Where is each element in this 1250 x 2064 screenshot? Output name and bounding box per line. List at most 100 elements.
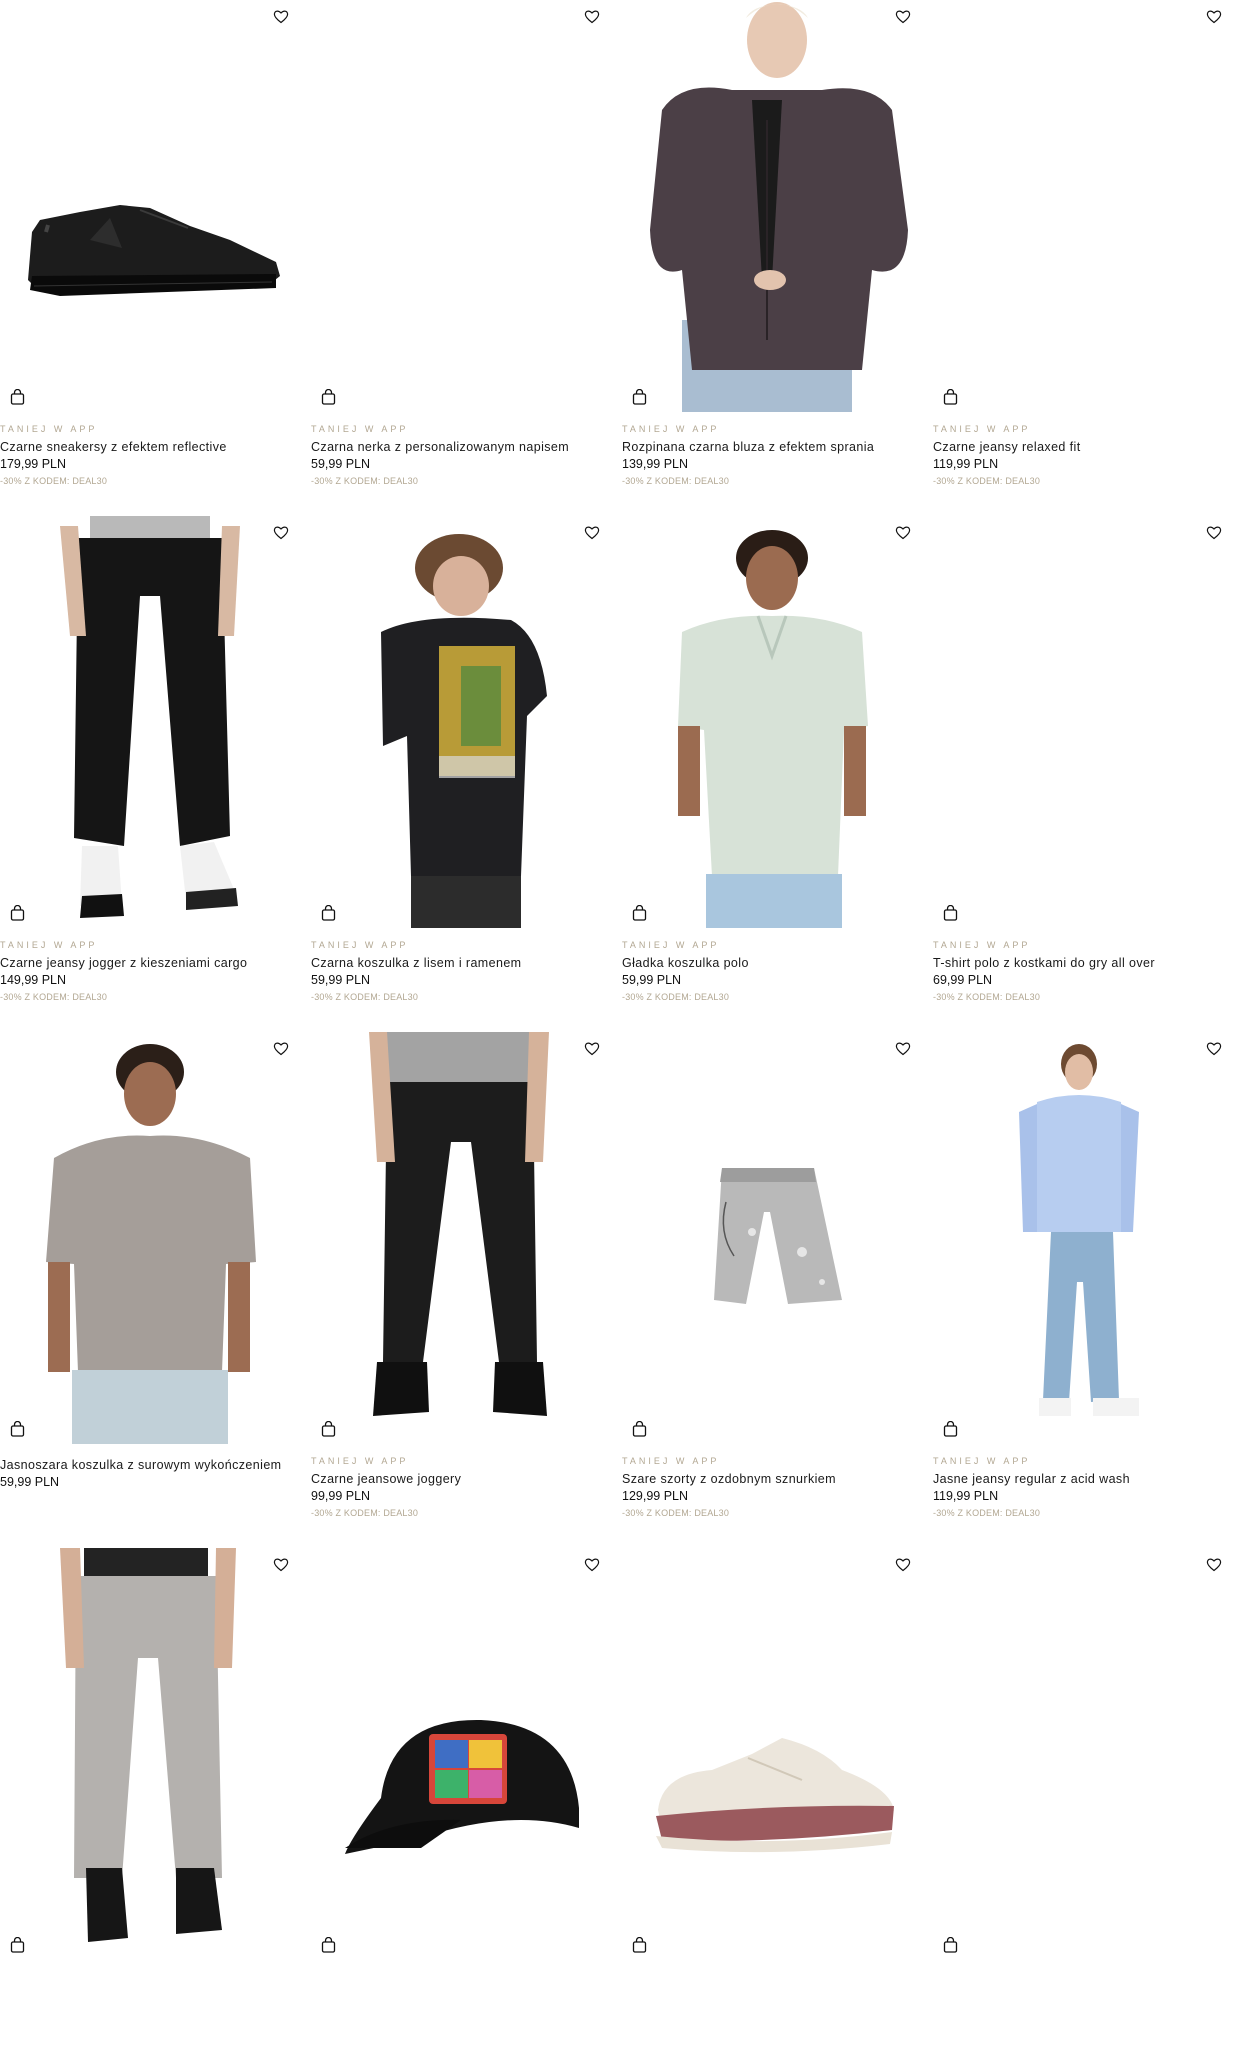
product-card[interactable] bbox=[622, 1548, 917, 2064]
product-image-acid-wash-jeans[interactable] bbox=[933, 1032, 1228, 1444]
product-image-dice-polo[interactable] bbox=[933, 516, 1228, 928]
add-to-cart-bag-icon[interactable] bbox=[8, 388, 26, 406]
product-name[interactable]: T-shirt polo z kostkami do gry all over bbox=[933, 956, 1228, 970]
wishlist-heart-icon[interactable] bbox=[893, 1038, 913, 1058]
product-image-fox-tshirt[interactable] bbox=[311, 516, 606, 928]
product-image-grey-tshirt[interactable] bbox=[0, 1032, 295, 1444]
product-image-knit-sneakers[interactable] bbox=[622, 1548, 917, 1960]
add-to-cart-bag-icon[interactable] bbox=[319, 1420, 337, 1438]
wishlist-heart-icon[interactable] bbox=[893, 1554, 913, 1574]
product-image-hoodie[interactable] bbox=[622, 0, 917, 412]
wishlist-heart-icon[interactable] bbox=[271, 6, 291, 26]
wishlist-heart-icon[interactable] bbox=[582, 6, 602, 26]
product-price: 129,99 PLN bbox=[622, 1489, 689, 1503]
wishlist-heart-icon[interactable] bbox=[893, 6, 913, 26]
add-to-cart-bag-icon[interactable] bbox=[630, 1420, 648, 1438]
product-info: TANIEJ W APP Czarna koszulka z lisem i r… bbox=[311, 928, 606, 1002]
product-image-cap[interactable] bbox=[311, 1548, 606, 1960]
wishlist-heart-icon[interactable] bbox=[1204, 1554, 1224, 1574]
add-to-cart-bag-icon[interactable] bbox=[8, 904, 26, 922]
app-discount-tag: TANIEJ W APP bbox=[0, 940, 98, 950]
product-price: 119,99 PLN bbox=[933, 1489, 999, 1503]
add-to-cart-bag-icon[interactable] bbox=[941, 388, 959, 406]
product-card[interactable]: TANIEJ W APP Czarne jeansy jogger z kies… bbox=[0, 516, 295, 1032]
add-to-cart-bag-icon[interactable] bbox=[941, 904, 959, 922]
product-price: 59,99 PLN bbox=[0, 1475, 60, 1489]
wishlist-heart-icon[interactable] bbox=[1204, 6, 1224, 26]
product-info: TANIEJ W APP Jasne jeansy regular z acid… bbox=[933, 1444, 1228, 1518]
product-name[interactable]: Jasne jeansy regular z acid wash bbox=[933, 1472, 1228, 1486]
product-card[interactable]: TANIEJ W APP Czarna koszulka z lisem i r… bbox=[311, 516, 606, 1032]
add-to-cart-bag-icon[interactable] bbox=[630, 1936, 648, 1954]
product-card[interactable]: TANIEJ W APP Czarna nerka z personalizow… bbox=[311, 0, 606, 516]
product-card[interactable]: TANIEJ W APP Gładka koszulka polo 59,99 … bbox=[622, 516, 917, 1032]
product-name[interactable]: Czarne jeansowe joggery bbox=[311, 1472, 606, 1486]
product-name[interactable]: Jasnoszara koszulka z surowym wykończeni… bbox=[0, 1458, 295, 1472]
product-name[interactable]: Czarne sneakersy z efektem reflective bbox=[0, 440, 295, 454]
product-image-polo[interactable] bbox=[622, 516, 917, 928]
product-name[interactable]: Czarna koszulka z lisem i ramenem bbox=[311, 956, 606, 970]
product-card[interactable]: TANIEJ W APP Szare szorty z ozdobnym szn… bbox=[622, 1032, 917, 1548]
product-info bbox=[933, 1960, 1228, 1986]
promo-code: -30% Z KODEM: DEAL30 bbox=[0, 476, 108, 486]
wishlist-heart-icon[interactable] bbox=[582, 1554, 602, 1574]
product-name[interactable]: Rozpinana czarna bluza z efektem sprania bbox=[622, 440, 917, 454]
wishlist-heart-icon[interactable] bbox=[1204, 522, 1224, 542]
product-card[interactable]: TANIEJ W APP Jasne jeansy regular z acid… bbox=[933, 1032, 1228, 1548]
wishlist-heart-icon[interactable] bbox=[582, 522, 602, 542]
app-discount-tag: TANIEJ W APP bbox=[622, 424, 720, 434]
add-to-cart-bag-icon[interactable] bbox=[941, 1936, 959, 1954]
wishlist-heart-icon[interactable] bbox=[271, 1038, 291, 1058]
wishlist-heart-icon[interactable] bbox=[1204, 1038, 1224, 1058]
product-card[interactable] bbox=[311, 1548, 606, 2064]
product-card[interactable]: TANIEJ W APP Czarne jeansy relaxed fit 1… bbox=[933, 0, 1228, 516]
wishlist-heart-icon[interactable] bbox=[582, 1038, 602, 1058]
app-discount-tag: TANIEJ W APP bbox=[622, 1456, 720, 1466]
product-card[interactable]: TANIEJ W APP Czarne jeansowe joggery 99,… bbox=[311, 1032, 606, 1548]
wishlist-heart-icon[interactable] bbox=[271, 1554, 291, 1574]
product-card[interactable]: TANIEJ W APP Rozpinana czarna bluza z ef… bbox=[622, 0, 917, 516]
add-to-cart-bag-icon[interactable] bbox=[319, 388, 337, 406]
wishlist-heart-icon[interactable] bbox=[893, 522, 913, 542]
add-to-cart-bag-icon[interactable] bbox=[319, 904, 337, 922]
promo-code: -30% Z KODEM: DEAL30 bbox=[622, 992, 730, 1002]
add-to-cart-bag-icon[interactable] bbox=[8, 1420, 26, 1438]
product-image-grey-joggers[interactable] bbox=[0, 1548, 295, 1960]
product-info bbox=[0, 1960, 295, 1986]
product-name[interactable]: Czarne jeansy jogger z kieszeniami cargo bbox=[0, 956, 295, 970]
product-info: TANIEJ W APP Szare szorty z ozdobnym szn… bbox=[622, 1444, 917, 1518]
product-card[interactable]: Jasnoszara koszulka z surowym wykończeni… bbox=[0, 1032, 295, 1548]
product-image-sneakers[interactable] bbox=[0, 0, 295, 412]
promo-code: -30% Z KODEM: DEAL30 bbox=[0, 992, 108, 1002]
product-card[interactable]: TANIEJ W APP T-shirt polo z kostkami do … bbox=[933, 516, 1228, 1032]
product-name[interactable]: Szare szorty z ozdobnym sznurkiem bbox=[622, 1472, 917, 1486]
product-name[interactable]: Gładka koszulka polo bbox=[622, 956, 917, 970]
product-info: TANIEJ W APP Czarne jeansy relaxed fit 1… bbox=[933, 412, 1228, 486]
product-image-relaxed-jeans[interactable] bbox=[933, 0, 1228, 412]
product-name[interactable]: Czarne jeansy relaxed fit bbox=[933, 440, 1228, 454]
product-image-grey-shorts[interactable] bbox=[622, 1032, 917, 1444]
app-discount-tag bbox=[933, 1972, 1228, 1986]
app-discount-tag bbox=[622, 1972, 917, 1986]
product-grid: TANIEJ W APP Czarne sneakersy z efektem … bbox=[0, 0, 1250, 2064]
product-image-waist-bag[interactable] bbox=[311, 0, 606, 412]
app-discount-tag bbox=[311, 1972, 606, 1986]
add-to-cart-bag-icon[interactable] bbox=[319, 1936, 337, 1954]
app-discount-tag: TANIEJ W APP bbox=[311, 1456, 409, 1466]
add-to-cart-bag-icon[interactable] bbox=[630, 904, 648, 922]
product-card[interactable] bbox=[933, 1548, 1228, 2064]
product-card[interactable] bbox=[0, 1548, 295, 2064]
product-image-cargo-jogger[interactable] bbox=[0, 516, 295, 928]
app-discount-tag: TANIEJ W APP bbox=[311, 424, 409, 434]
wishlist-heart-icon[interactable] bbox=[271, 522, 291, 542]
product-price: 119,99 PLN bbox=[933, 457, 999, 471]
product-info: TANIEJ W APP Czarne jeansowe joggery 99,… bbox=[311, 1444, 606, 1518]
product-image-black-joggers[interactable] bbox=[311, 1032, 606, 1444]
product-card[interactable]: TANIEJ W APP Czarne sneakersy z efektem … bbox=[0, 0, 295, 516]
add-to-cart-bag-icon[interactable] bbox=[8, 1936, 26, 1954]
add-to-cart-bag-icon[interactable] bbox=[941, 1420, 959, 1438]
product-price: 139,99 PLN bbox=[622, 457, 689, 471]
product-image-empty[interactable] bbox=[933, 1548, 1228, 1960]
add-to-cart-bag-icon[interactable] bbox=[630, 388, 648, 406]
product-name[interactable]: Czarna nerka z personalizowanym napisem bbox=[311, 440, 606, 454]
